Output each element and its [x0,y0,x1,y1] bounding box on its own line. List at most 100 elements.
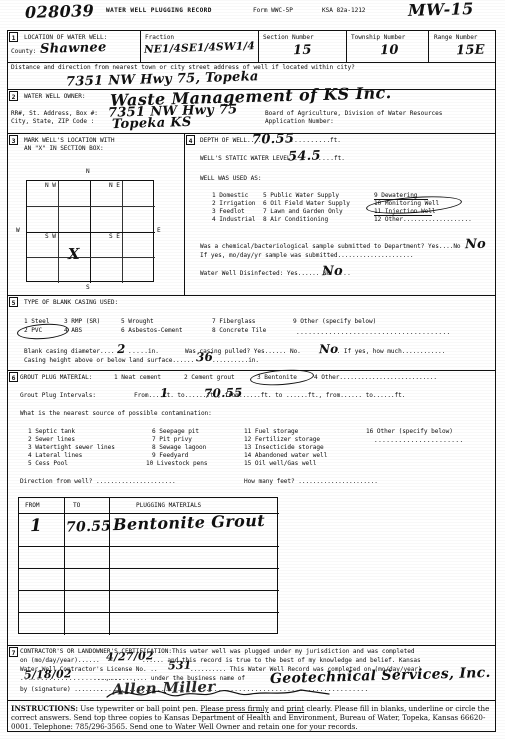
table-row-1-from: 1 [29,515,43,537]
section-2-title: WATER WELL OWNER: [24,93,86,100]
section-location-grid[interactable] [26,180,155,283]
certification-line-2-prefix: on (mo/day/year)...... [20,657,100,664]
table-row-rule-2 [19,568,279,569]
owner-address-label-1: RR#, St. Address, Box #: [11,110,98,117]
quadrant-ne-label: N E [108,182,121,190]
water-well-plugging-record-form: 028039 WATER WELL PLUGGING RECORD Form W… [0,0,505,739]
contaminant-11[interactable]: 11 Fuel storage [244,428,298,436]
license-number-value: 531 [167,658,192,673]
owner-address-label-2: City, State, ZIP Code : [11,118,95,125]
table-header-to: TO [73,502,81,509]
instructions-underline-1: Please press firmly [200,704,269,713]
casing-other-dots: ...................................... [296,329,451,336]
use-option-7[interactable]: 7 Lawn and Garden Only [263,208,343,216]
underline-injection-well [374,214,432,216]
grout-material-1[interactable]: 1 Neat cement [114,374,161,382]
rule-below-section4 [7,295,496,296]
grout-material-2[interactable]: 2 Cement grout [184,374,235,382]
blank-casing-diameter-value: 2 [116,341,126,357]
contaminant-8[interactable]: 8 Sewage lagoon [152,444,206,452]
well-used-as-label: WELL WAS USED AS: [200,175,262,182]
sample-submitted-question: Was a chemical/bacteriological sample su… [200,243,461,250]
record-id-handwritten: 028039 [24,1,95,22]
compass-west-label: W [16,227,20,234]
rule-below-row1 [7,62,496,63]
instructions-block: INSTRUCTIONS: Use typewriter or ball poi… [11,704,493,732]
signature-label: by (signature) ........ [20,686,104,693]
instructions-underline-2: print [286,704,305,713]
range-number-value: 15E [455,42,486,59]
casing-option-3[interactable]: 3 RMP (SR) [64,318,100,326]
sample-date-line: If yes, mo/day/yr sample was submitted..… [200,252,414,259]
use-option-1[interactable]: 1 Domestic [212,192,248,200]
section-5-title: TYPE OF BLANK CASING USED: [24,299,119,306]
contaminant-9[interactable]: 9 Feedyard [152,452,188,460]
depth-unit: ft. [330,137,341,144]
instructions-lead: INSTRUCTIONS: [11,704,78,713]
direction-from-well-label: Direction from well? ...................… [20,478,176,485]
well-disinfected-label: Water Well Disinfected: Yes...... No [200,270,331,277]
use-option-2[interactable]: 2 Irrigation [212,200,255,208]
section-3-title-line2: AN "X" IN SECTION BOX: [24,145,104,152]
blank-casing-diameter-unit: in. [148,348,159,355]
blank-casing-diameter-label: Blank casing diameter.... [24,348,115,355]
divider-section3-section4 [184,133,185,295]
rule-above-instructions [7,700,496,701]
casing-option-6[interactable]: 6 Asbestos-Cement [121,327,183,335]
section-7-number: 7 [9,647,18,657]
grout-plug-intervals-label: Grout Plug Intervals: [20,392,96,399]
divider-range [428,30,429,62]
contaminant-12[interactable]: 12 Fertilizer storage [244,436,320,444]
contaminant-16[interactable]: 16 Other (specify below) [366,428,453,436]
casing-option-8[interactable]: 8 Concrete Tile [212,327,266,335]
contaminant-4[interactable]: 4 Lateral lines [28,452,82,460]
compass-south-label: S [86,284,90,291]
divider-section [258,30,259,62]
grout-material-4[interactable]: 4 Other........................... [314,374,437,382]
use-option-8[interactable]: 8 Air Conditioning [263,216,328,224]
board-of-agriculture-line: Board of Agriculture, Division of Water … [265,110,443,117]
grout-interval-from-value: 1 [159,385,169,401]
section-number-label: Section Number [263,34,314,41]
rule-below-section5 [7,370,496,371]
section-5-number: 5 [9,297,18,307]
application-number-label: Application Number: [265,118,334,125]
form-number: Form WWC-5P [253,7,293,14]
section-4-number: 4 [186,135,195,145]
use-option-12[interactable]: 12 Other................... [374,216,472,224]
county-value: Shawnee [39,40,107,57]
instructions-text-1: Use typewriter or ball point pen. [77,704,201,713]
grout-interval-to-value: 70.55 [203,385,243,401]
contaminant-5[interactable]: 5 Cess Pool [28,460,68,468]
contaminant-2[interactable]: 2 Sewer lines [28,436,75,444]
divider-township [346,30,347,62]
casing-option-7[interactable]: 7 Fiberglass [212,318,255,326]
contaminant-13[interactable]: 13 Insecticide storage [244,444,324,452]
table-row-1-to: 70.55 [65,518,112,536]
use-option-6[interactable]: 6 Oil Field Water Supply [263,200,350,208]
casing-pulled-howmuch: .. If yes, how much............ [333,348,446,355]
signature-stroke [106,689,330,698]
section-2-number: 2 [9,91,18,101]
contaminant-3[interactable]: 3 Watertight sewer lines [28,444,115,452]
contaminant-15[interactable]: 15 Oil well/Gas well [244,460,316,468]
table-header-materials: PLUGGING MATERIALS [136,502,202,509]
static-water-level-value: 54.5 [287,148,322,165]
use-option-3[interactable]: 3 Feedlot [212,208,245,216]
use-option-4[interactable]: 4 Industrial [212,216,255,224]
contaminant-10[interactable]: 10 Livestock pens [146,460,208,468]
casing-option-9[interactable]: 9 Other (specify below) [293,318,376,326]
table-col-divider-1 [64,498,65,635]
instructions-text-2: and [268,704,287,713]
contaminant-14[interactable]: 14 Abandoned water well [244,452,327,460]
contaminant-6[interactable]: 6 Seepage pit [152,428,199,436]
table-row-rule-4 [19,612,279,613]
contaminant-7[interactable]: 7 Pit privy [152,436,192,444]
casing-option-5[interactable]: 5 Wrought [121,318,154,326]
use-option-5[interactable]: 5 Public Water Supply [263,192,339,200]
compass-north-label: N [86,168,90,175]
casing-height-unit: ..........in. [212,357,260,364]
quadrant-nw-label: N W [44,182,57,190]
contaminant-1[interactable]: 1 Septic tank [28,428,75,436]
grout-plug-intervals-text: From....ft. to......ft., from......ft. t… [134,392,406,399]
